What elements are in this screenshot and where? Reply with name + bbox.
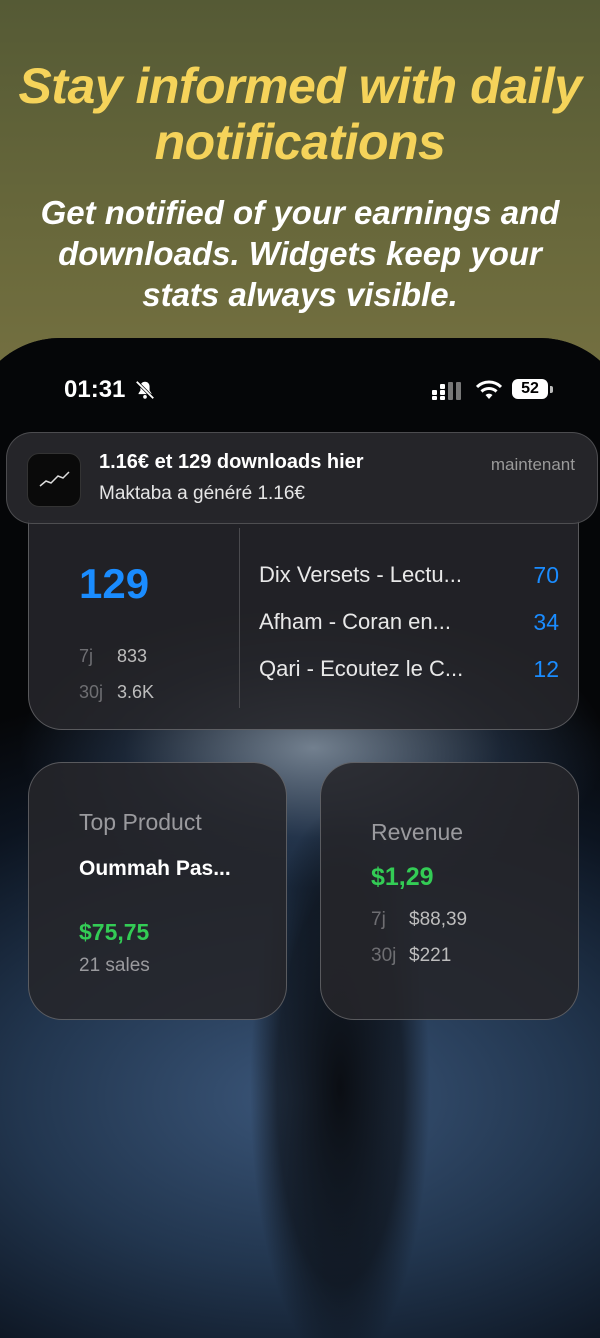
widget-divider (239, 528, 240, 708)
top-product-widget[interactable]: Top Product Oummah Pas... $75,75 21 sale… (28, 762, 287, 1020)
app-name: Qari - Ecoutez le C... (259, 656, 464, 681)
notification-banner[interactable]: 1.16€ et 129 downloads hier Maktaba a gé… (6, 432, 598, 524)
app-count: 34 (533, 609, 559, 635)
stat-row-30j: 30j 3.6K (79, 682, 154, 703)
product-sales: 21 sales (79, 955, 150, 976)
stat-value: $221 (409, 945, 452, 966)
stat-key: 30j (79, 682, 104, 702)
chart-line-icon (39, 471, 70, 487)
status-bar: 01:31 52 (0, 376, 600, 410)
product-revenue: $75,75 (79, 919, 150, 945)
notification-body: Maktaba a généré 1.16€ (99, 483, 305, 504)
stat-key: 7j (371, 909, 386, 930)
revenue-amount: $1,29 (371, 863, 434, 891)
revenue-row-30j: 30j $221 (371, 945, 451, 967)
stat-key: 30j (371, 945, 397, 966)
battery-tip (550, 386, 553, 393)
wifi-icon (476, 380, 502, 399)
bell-slash-icon (135, 380, 155, 400)
signal-icon (432, 382, 461, 400)
app-name: Dix Versets - Lectu... (259, 562, 462, 587)
app-row: Afham - Coran en... 34 (259, 609, 559, 639)
app-count: 12 (533, 656, 559, 682)
product-name: Oummah Pas... (79, 857, 231, 880)
status-time: 01:31 (64, 376, 126, 403)
app-icon (27, 453, 81, 507)
app-count: 70 (533, 562, 559, 588)
notification-title: 1.16€ et 129 downloads hier (99, 451, 364, 473)
app-row: Dix Versets - Lectu... 70 (259, 562, 559, 592)
app-row: Qari - Ecoutez le C... 12 (259, 656, 559, 686)
revenue-row-7j: 7j $88,39 (371, 909, 467, 931)
widget-label: Revenue (371, 819, 464, 845)
promo-headline: Stay informed with daily notifications (18, 58, 582, 170)
downloads-total: 129 (79, 560, 150, 607)
widget-label: Top Product (79, 809, 202, 835)
stat-key: 7j (79, 646, 94, 666)
notification-time: maintenant (490, 455, 575, 474)
promo-subtitle: Get notified of your earnings and downlo… (40, 194, 560, 313)
battery-icon: 52 (512, 379, 548, 399)
stat-row-7j: 7j 833 (79, 646, 147, 667)
stat-value: $88,39 (409, 909, 468, 930)
app-name: Afham - Coran en... (259, 609, 451, 634)
downloads-widget[interactable]: 129 7j 833 30j 3.6K Dix Versets - Lectu...… (28, 520, 579, 730)
stat-value: 3.6K (117, 682, 155, 702)
revenue-widget[interactable]: Revenue $1,29 7j $88,39 30j $221 (320, 762, 579, 1020)
stat-value: 833 (117, 646, 148, 666)
